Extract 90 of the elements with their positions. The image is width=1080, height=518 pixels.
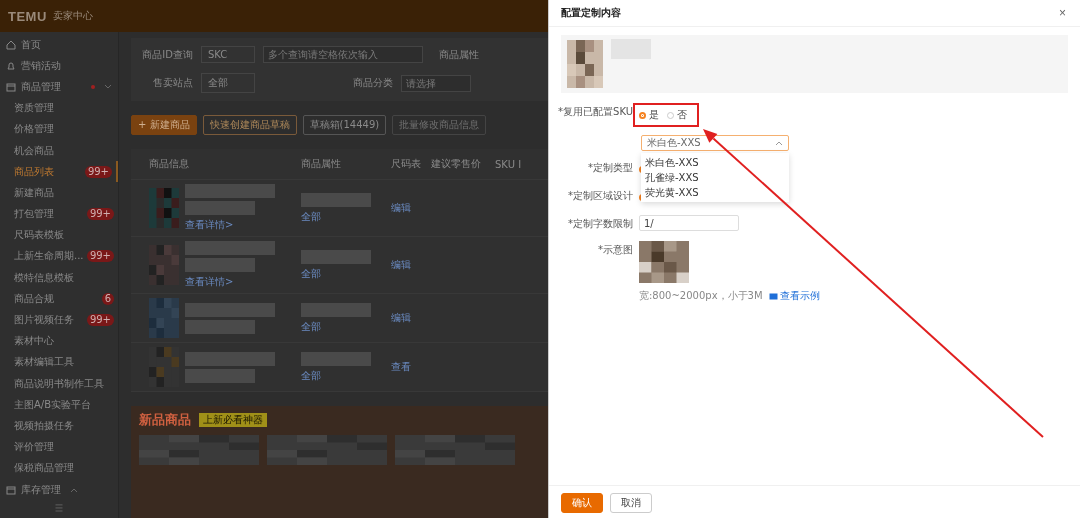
hint-text: 宽:800~2000px，小于3M — [639, 289, 763, 303]
sidebar-item[interactable]: 库存管理 — [0, 478, 118, 501]
field-label: *复用已配置SKU — [557, 105, 634, 119]
sidebar-item[interactable]: 尺码表模板 — [0, 224, 118, 246]
expand-link[interactable]: 全部 — [301, 368, 321, 383]
blurred-text — [301, 192, 371, 207]
size-chart-link[interactable]: 查看 — [391, 361, 411, 372]
bell-icon — [6, 60, 16, 71]
column-header: 商品属性 — [301, 157, 342, 171]
collapse-icon — [54, 504, 64, 512]
dropdown-option[interactable]: 孔雀绿-XXS — [641, 170, 789, 185]
dropdown-option[interactable]: 米白色-XXS — [641, 155, 789, 170]
expand-link[interactable]: 全部 — [301, 209, 321, 224]
sidebar-item[interactable]: 图片视频任务 99+ — [0, 309, 118, 331]
home-icon — [6, 39, 16, 50]
detail-link[interactable]: 查看详情> — [185, 218, 234, 232]
column-header: SKU I — [495, 158, 523, 170]
filter-label: 商品属性 — [439, 47, 479, 62]
filter-label: 商品分类 — [353, 76, 393, 90]
banner-title: 新品商品 — [139, 411, 191, 429]
select-field[interactable]: 米白色-XXS — [641, 135, 789, 151]
count-badge: 6 — [101, 292, 114, 305]
expand-link[interactable]: 全部 — [301, 319, 321, 334]
size-chart-link[interactable]: 编辑 — [391, 312, 411, 323]
size-chart-link[interactable]: 编辑 — [391, 202, 411, 213]
sidebar-item[interactable]: 机会商品 — [0, 139, 118, 162]
image-icon — [768, 292, 778, 300]
close-button[interactable]: × — [1057, 6, 1068, 20]
sidebar-item[interactable]: 视频拍摄任务 — [0, 415, 118, 437]
search-field[interactable]: 多个查询请空格依次输入 — [263, 46, 423, 63]
select-field[interactable]: SKC — [201, 46, 255, 63]
select-field[interactable]: 请选择 — [401, 74, 471, 92]
sidebar-item[interactable]: 主图A/B实验平台 — [0, 394, 118, 416]
blurred-text — [185, 201, 255, 215]
toolbar-button[interactable]: 草稿箱(14449) — [302, 115, 387, 135]
select-field[interactable]: 全部 — [201, 73, 255, 93]
blurred-text — [301, 302, 371, 317]
header-title: 卖家中心 — [52, 9, 93, 23]
size-chart-link[interactable]: 编辑 — [391, 259, 411, 270]
sidebar-item[interactable]: 模特信息模板 — [0, 267, 118, 289]
radio-option[interactable]: 否 — [667, 108, 687, 122]
blurred-text — [185, 368, 255, 383]
chevron-icon — [775, 140, 783, 146]
column-header: 商品信息 — [148, 157, 190, 171]
field-label: *示意图 — [597, 243, 634, 257]
sidebar-item[interactable]: 打包管理 99+ — [0, 203, 118, 225]
filter-label: 商品ID查询 — [141, 47, 193, 62]
field-label: *定制区域设计 — [567, 189, 634, 203]
blurred-text — [185, 319, 255, 334]
banner-tag: 上新必看神器 — [199, 413, 267, 427]
sidebar-item[interactable]: 商品管理 — [0, 76, 118, 98]
detail-link[interactable]: 查看详情> — [185, 275, 234, 289]
example-link[interactable]: 查看示例 — [768, 289, 820, 303]
box-icon — [6, 484, 16, 495]
cancel-button[interactable]: 取消 — [610, 493, 652, 513]
column-header: 尺码表 — [391, 157, 422, 171]
toolbar-button[interactable]: 快速创建商品草稿 — [202, 115, 297, 135]
blurred-text — [185, 258, 255, 272]
blurred-text — [301, 351, 371, 366]
sidebar-item[interactable]: 评价管理 — [0, 436, 118, 458]
sidebar-item[interactable]: 新建商品 — [0, 182, 118, 204]
sidebar-item[interactable]: 首页 — [0, 34, 118, 56]
sidebar-item[interactable]: 保税商品管理 — [0, 457, 118, 479]
box-icon — [6, 81, 16, 92]
toolbar-button[interactable]: + 新建商品 — [131, 115, 197, 135]
sidebar-item[interactable]: 营销活动 — [0, 55, 118, 77]
sidebar-item[interactable]: 商品列表 99+ — [0, 161, 118, 183]
blurred-text — [301, 249, 371, 264]
sidebar-item[interactable]: 上新生命周期... 99+ — [0, 245, 118, 268]
filter-label: 售卖站点 — [152, 76, 193, 90]
confirm-button[interactable]: 确认 — [561, 493, 603, 513]
input-field[interactable]: 1/ — [639, 215, 739, 231]
count-badge: 99+ — [86, 208, 114, 221]
field-label: *定制类型 — [587, 161, 634, 175]
logo: TEMU — [8, 8, 47, 24]
count-badge: 99+ — [86, 314, 114, 327]
count-badge: 99+ — [86, 250, 114, 263]
field-label: *定制字数限制 — [567, 217, 634, 231]
expand-link[interactable]: 全部 — [301, 266, 321, 281]
sidebar-item[interactable]: 资质管理 — [0, 97, 118, 119]
dropdown-option[interactable]: 荧光黄-XXS — [641, 185, 789, 200]
sidebar-item[interactable]: 商品说明书制作工具 — [0, 373, 118, 395]
sidebar-item[interactable]: 价格管理 — [0, 118, 118, 140]
count-badge: 99+ — [84, 165, 112, 178]
sidebar-item[interactable]: 素材中心 — [0, 330, 118, 352]
radio-option[interactable]: 是 — [639, 108, 659, 122]
column-header: 建议零售价 — [431, 157, 482, 171]
sidebar-item[interactable]: 素材编辑工具 — [0, 351, 118, 373]
dialog-title: 配置定制内容 — [561, 6, 621, 20]
sidebar-item[interactable]: 商品合规 6 — [0, 288, 118, 310]
